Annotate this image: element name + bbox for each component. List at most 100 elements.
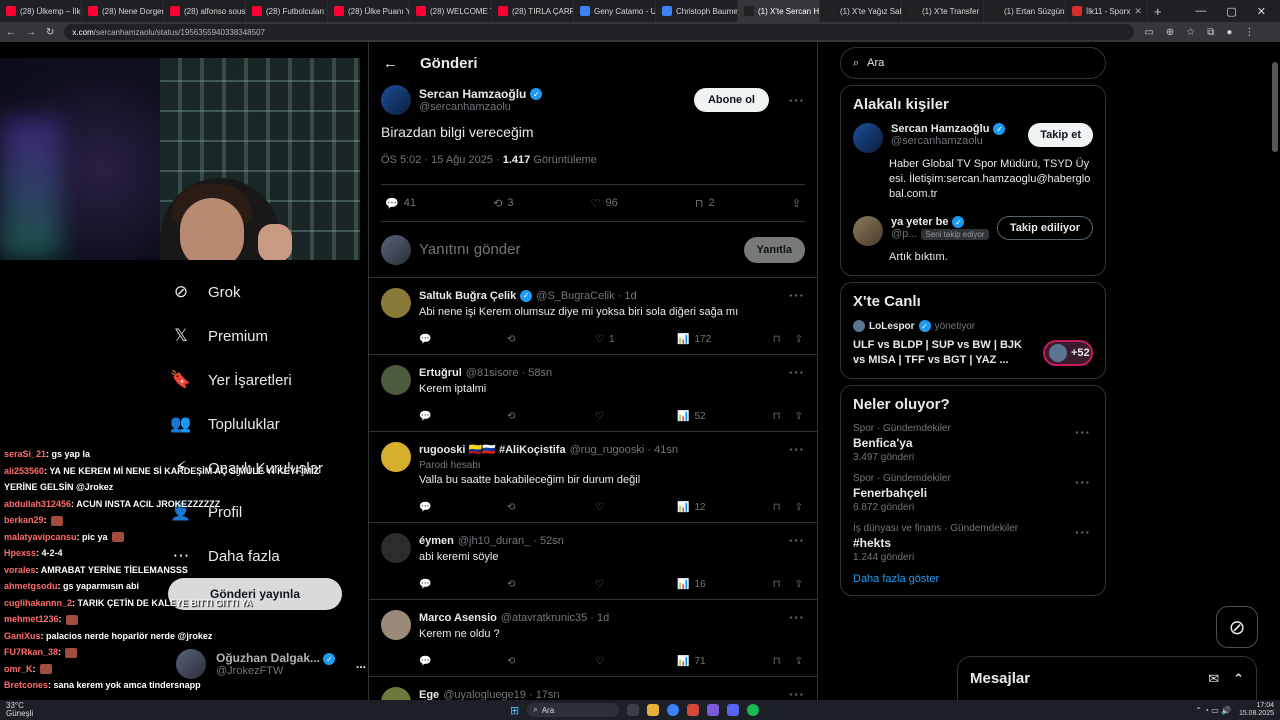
- bookmark-icon[interactable]: ⊓: [773, 411, 781, 422]
- reply-item[interactable]: Marco Asensio @atavratkrunic35 · 1d ··· Ker…: [369, 600, 817, 677]
- chrome-icon[interactable]: [667, 704, 680, 716]
- forward-icon[interactable]: →: [26, 27, 36, 38]
- maximize-icon[interactable]: ▢: [1226, 5, 1236, 18]
- avatar[interactable]: [381, 365, 411, 395]
- bookmark-stat[interactable]: ⊓ 2: [695, 197, 715, 210]
- avatar[interactable]: [853, 123, 883, 153]
- reload-icon[interactable]: ↻: [46, 27, 54, 38]
- person-name[interactable]: Sercan Hamzaoğlu ✓: [891, 123, 1020, 135]
- views-button[interactable]: 📊 12: [677, 502, 771, 513]
- avatar[interactable]: [381, 288, 411, 318]
- more-icon[interactable]: ···: [789, 365, 805, 380]
- reply-item[interactable]: Saltuk Buğra Çelik ✓ @S_BugraCelik · 1d ···…: [369, 278, 817, 355]
- reply-icon[interactable]: 💬: [419, 411, 507, 422]
- live-host[interactable]: LoLespor ✓ yönetiyor: [853, 320, 1093, 332]
- discord-icon[interactable]: [727, 704, 740, 716]
- views-button[interactable]: 📊 52: [677, 411, 771, 422]
- app-icon[interactable]: [687, 704, 700, 716]
- close-tab-icon[interactable]: ✕: [1134, 6, 1142, 17]
- views-button[interactable]: 📊 16: [677, 579, 771, 590]
- messages-drawer[interactable]: Mesajlar ✉ ⌃: [957, 656, 1257, 700]
- more-icon[interactable]: ···: [789, 687, 805, 700]
- reply-author-name[interactable]: rugooski 🇨🇴🇷🇺 #AliKoçistifa: [419, 443, 566, 456]
- repost-stat[interactable]: ⟲ 3: [493, 197, 513, 210]
- reply-author-name[interactable]: éymen: [419, 535, 454, 547]
- author-handle[interactable]: @sercanhamzaolu: [419, 101, 542, 113]
- browser-tab[interactable]: (28) alfonso sous✕: [164, 0, 246, 22]
- bookmark-icon[interactable]: ⊓: [773, 502, 781, 513]
- reply-item[interactable]: éymen @jh10_duran_ · 52sn ··· abi keremi sö…: [369, 523, 817, 600]
- reply-icon[interactable]: 💬: [419, 502, 507, 513]
- reply-author-name[interactable]: Ege: [419, 689, 439, 701]
- more-icon[interactable]: ···: [789, 533, 805, 548]
- reply-icon[interactable]: 💬: [419, 579, 507, 590]
- reply-icon[interactable]: 💬: [419, 334, 507, 345]
- author-name[interactable]: Sercan Hamzaoğlu ✓: [419, 87, 543, 101]
- share-icon[interactable]: ⇪: [795, 656, 803, 667]
- avatar[interactable]: [381, 85, 411, 115]
- star-icon[interactable]: ☆: [1186, 27, 1195, 38]
- nav-item-yer-i-şaretleri[interactable]: 🔖 Yer İşaretleri: [170, 358, 365, 402]
- reply-author-name[interactable]: Saltuk Buğra Çelik: [419, 290, 516, 302]
- reply-author-name[interactable]: Marco Asensio: [419, 612, 497, 624]
- bookmark-icon[interactable]: ⊓: [773, 334, 781, 345]
- more-icon[interactable]: ···: [789, 288, 805, 303]
- extensions-icon[interactable]: ⧉: [1207, 27, 1214, 38]
- taskbar-search[interactable]: ⌕ Ara: [527, 703, 620, 717]
- avatar[interactable]: [381, 687, 411, 700]
- reply-handle[interactable]: @rug_rugooski · 41sn: [570, 444, 678, 456]
- share-icon[interactable]: ⇪: [795, 334, 803, 345]
- bookmark-icon[interactable]: ⊓: [773, 656, 781, 667]
- like-stat[interactable]: ♡ 96: [591, 197, 618, 210]
- grok-button[interactable]: ⊘: [1216, 606, 1258, 648]
- more-icon[interactable]: ···: [789, 442, 805, 457]
- browser-tab[interactable]: (28) Futbolcuları✕: [246, 0, 328, 22]
- browser-tab[interactable]: (28) TIRLA ÇARP✕: [492, 0, 574, 22]
- reply-stat[interactable]: 💬 41: [385, 197, 416, 210]
- related-person[interactable]: Sercan Hamzaoğlu ✓ @sercanhamzaolu Takip …: [853, 123, 1093, 153]
- url-input[interactable]: x.com/sercanhamzaolu/status/195635594033…: [64, 24, 1135, 40]
- search-input[interactable]: ⌕ Ara: [840, 47, 1106, 79]
- new-message-icon[interactable]: ✉: [1208, 671, 1219, 687]
- trend-item[interactable]: İş dünyası ve finans · Gündemdekiler #hek…: [853, 523, 1093, 563]
- browser-tab[interactable]: İlk11 - Sporx ✕: [1066, 0, 1148, 22]
- back-icon[interactable]: ←: [6, 27, 16, 38]
- share-icon[interactable]: ⇪: [792, 197, 801, 210]
- person-handle[interactable]: @sercanhamzaolu: [891, 135, 1020, 147]
- spotify-icon[interactable]: [747, 704, 760, 716]
- close-window-icon[interactable]: ✕: [1257, 5, 1266, 18]
- reply-author-name[interactable]: Ertuğrul: [419, 367, 462, 379]
- browser-tab[interactable]: (28) Ülke Puanı Y✕: [328, 0, 410, 22]
- repost-icon[interactable]: ⟲: [507, 656, 595, 667]
- trend-item[interactable]: Spor · Gündemdekiler Fenerbahçeli 6.872 gö…: [853, 473, 1093, 513]
- cast-icon[interactable]: ▭: [1144, 27, 1153, 38]
- browser-tab[interactable]: Geny Catamo - U✕: [574, 0, 656, 22]
- more-icon[interactable]: ···: [1075, 525, 1091, 540]
- scrollbar[interactable]: [1272, 62, 1278, 152]
- browser-tab[interactable]: (1) X'te Sercan H✕: [738, 0, 820, 22]
- browser-tab[interactable]: (1) X'te Yağız Sab✕: [820, 0, 902, 22]
- browser-tab[interactable]: (1) Ertan Süzgün✕: [984, 0, 1066, 22]
- nav-item-premium[interactable]: 𝕏 Premium: [170, 314, 365, 358]
- views-button[interactable]: 📊 71: [677, 656, 771, 667]
- person-handle[interactable]: @p... Seni takip ediyor: [891, 228, 989, 240]
- repost-icon[interactable]: ⟲: [507, 334, 595, 345]
- views-button[interactable]: 📊 172: [677, 334, 771, 345]
- avatar[interactable]: [381, 442, 411, 472]
- follow-button[interactable]: Takip et: [1028, 123, 1093, 147]
- like-button[interactable]: ♡ 1: [595, 334, 677, 345]
- like-button[interactable]: ♡: [595, 656, 677, 667]
- subscribe-button[interactable]: Abone ol: [693, 88, 769, 112]
- post-time[interactable]: ÖS 5:02 · 15 Ağu 2025 ·: [381, 154, 503, 166]
- more-icon[interactable]: ···: [789, 610, 805, 625]
- reply-handle[interactable]: @uyalogluege19 · 17sn: [443, 689, 559, 701]
- reply-input[interactable]: Yanıtını gönder: [419, 241, 520, 258]
- tray-icons[interactable]: ⌃ ◔ ▭ 🔊: [1195, 706, 1231, 715]
- browser-tab[interactable]: (28) Nene Dorgen✕: [82, 0, 164, 22]
- more-icon[interactable]: ···: [789, 93, 805, 108]
- reply-handle[interactable]: @S_BugraCelik · 1d: [536, 290, 636, 302]
- app-icon[interactable]: [707, 704, 720, 716]
- share-icon[interactable]: ⇪: [795, 579, 803, 590]
- reply-item[interactable]: Ertuğrul @81sisore · 58sn ··· Kerem iptalmi…: [369, 355, 817, 432]
- nav-item-grok[interactable]: ⊘ Grok: [170, 270, 365, 314]
